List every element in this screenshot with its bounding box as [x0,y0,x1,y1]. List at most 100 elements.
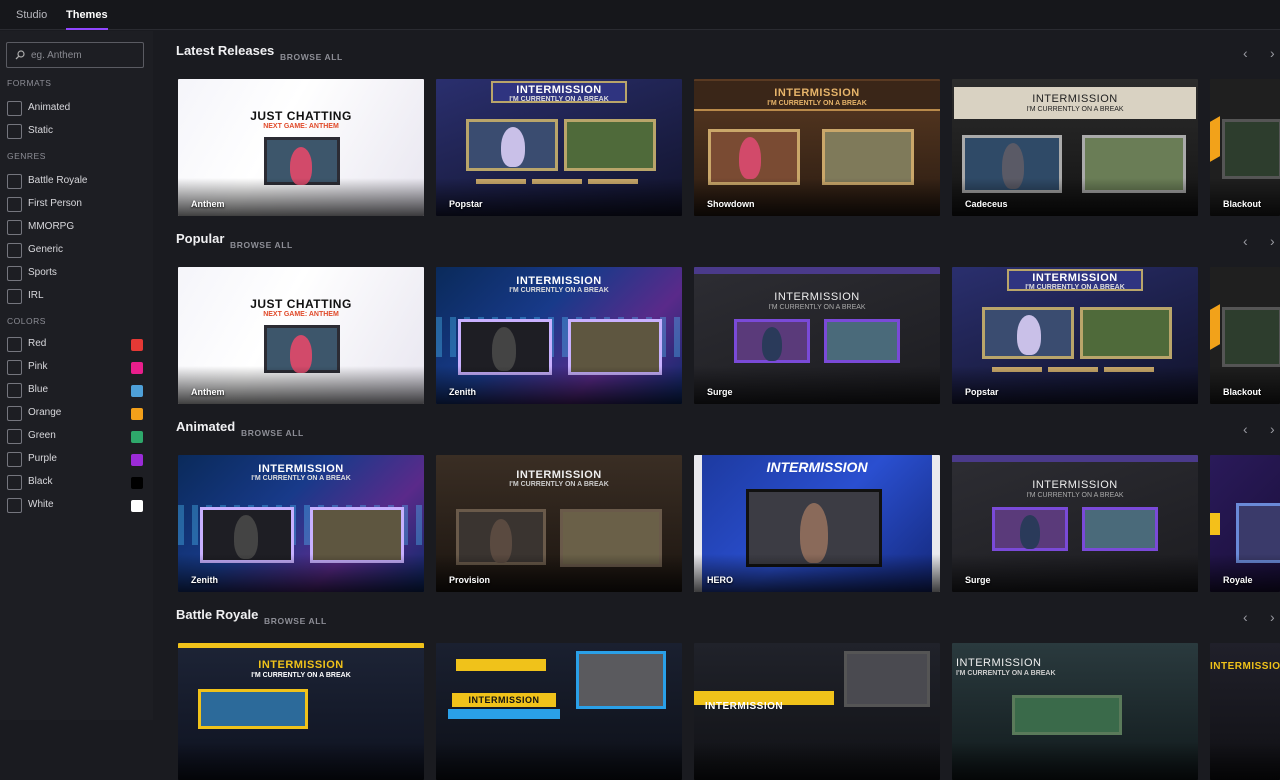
browse-all-link[interactable]: BROWSE ALL [264,616,327,626]
checkbox[interactable] [7,360,22,375]
card-shade [436,178,682,216]
card-shade [952,366,1198,404]
color-swatch [131,339,143,351]
filter-color-red[interactable]: Red [7,337,147,353]
theme-card[interactable]: INTERMISSION [694,643,940,780]
genres-heading: GENRES [7,151,46,161]
theme-card[interactable]: INTERMISSION I'M CURRENTLY ON A BREAK Pr… [436,455,682,592]
color-swatch [131,500,143,512]
checkbox[interactable] [7,124,22,139]
color-swatch [131,454,143,466]
thumb-subtitle: I'M CURRENTLY ON A BREAK [1026,492,1124,499]
filter-label: Pink [28,361,48,372]
color-swatch [131,362,143,374]
thumb-subtitle: I'M CURRENTLY ON A BREAK [509,481,609,488]
scroll-left-icon[interactable]: ‹ [1243,421,1248,437]
thumb-subtitle: I'M CURRENTLY ON A BREAK [1025,284,1125,291]
scroll-right-icon[interactable]: › [1270,609,1275,625]
theme-name: Zenith [449,387,476,397]
theme-name: Royale [1223,575,1253,585]
card-shade [436,554,682,592]
filter-color-black[interactable]: Black [7,475,147,491]
scroll-right-icon[interactable]: › [1270,233,1275,249]
card-shade [436,742,682,780]
theme-card[interactable]: INTERMISSION I'M CURRENTLY ON A BREAK Sh… [694,79,940,216]
theme-card[interactable]: INTERMISSION [1210,643,1280,780]
theme-card[interactable]: Blackout [1210,267,1280,404]
theme-card[interactable]: INTERMISSION HERO [694,455,940,592]
themes-main: Latest Releases BROWSE ALL ‹ › JUST CHATTIN… [153,31,1280,780]
checkbox[interactable] [7,266,22,281]
card-shade [694,178,940,216]
filter-generic[interactable]: Generic [7,243,147,259]
theme-card[interactable]: JUST CHATTING NEXT GAME: ANTHEM Anthem [178,267,424,404]
thumb-title: INTERMISSION [1210,661,1280,672]
theme-card[interactable]: INTERMISSION I'M CURRENTLY ON A BREAK [178,643,424,780]
filter-color-pink[interactable]: Pink [7,360,147,376]
theme-name: Surge [965,575,991,585]
filter-sports[interactable]: Sports [7,266,147,282]
checkbox[interactable] [7,429,22,444]
tab-themes[interactable]: Themes [66,0,108,30]
theme-card[interactable]: INTERMISSION I'M CURRENTLY ON A BREAK Ca… [952,79,1198,216]
filter-label: Animated [28,102,71,113]
scroll-left-icon[interactable]: ‹ [1243,609,1248,625]
scroll-right-icon[interactable]: › [1270,421,1275,437]
filter-animated[interactable]: Animated [7,101,147,117]
checkbox[interactable] [7,220,22,235]
theme-name: Popstar [965,387,999,397]
card-shade [178,742,424,780]
search-input[interactable] [31,46,139,64]
browse-all-link[interactable]: BROWSE ALL [280,52,343,62]
checkbox[interactable] [7,197,22,212]
thumb-subtitle: I'M CURRENTLY ON A BREAK [509,287,609,294]
filter-color-orange[interactable]: Orange [7,406,147,422]
color-swatch [131,408,143,420]
theme-card[interactable]: INTERMISSION I'M CURRENTLY ON A BREAK Po… [436,79,682,216]
theme-card[interactable]: INTERMISSION I'M CURRENTLY ON A BREAK Su… [952,455,1198,592]
checkbox[interactable] [7,452,22,467]
checkbox[interactable] [7,337,22,352]
checkbox[interactable] [7,383,22,398]
theme-card[interactable]: Blackout [1210,79,1280,216]
theme-card[interactable]: Royale [1210,455,1280,592]
filter-irl[interactable]: IRL [7,289,147,305]
checkbox[interactable] [7,475,22,490]
thumb-subtitle: I'M CURRENTLY ON A BREAK [509,96,609,103]
filter-color-green[interactable]: Green [7,429,147,445]
theme-card[interactable]: INTERMISSION I'M CURRENTLY ON A BREAK Su… [694,267,940,404]
scroll-right-icon[interactable]: › [1270,45,1275,61]
browse-all-link[interactable]: BROWSE ALL [230,240,293,250]
search-box[interactable] [6,42,144,68]
card-shade [1210,366,1280,404]
filter-color-purple[interactable]: Purple [7,452,147,468]
filter-first-person[interactable]: First Person [7,197,147,213]
checkbox[interactable] [7,101,22,116]
filter-battle-royale[interactable]: Battle Royale [7,174,147,190]
theme-card[interactable]: INTERMISSION I'M CURRENTLY ON A BREAK Po… [952,267,1198,404]
theme-card[interactable]: JUST CHATTING NEXT GAME: ANTHEM Anthem [178,79,424,216]
color-swatch [131,385,143,397]
thumb-title: INTERMISSION [516,84,602,96]
checkbox[interactable] [7,174,22,189]
filter-static[interactable]: Static [7,124,147,140]
filter-color-white[interactable]: White [7,498,147,514]
filter-color-blue[interactable]: Blue [7,383,147,399]
theme-card[interactable]: INTERMISSION I'M CURRENTLY ON A BREAK [952,643,1198,780]
scroll-left-icon[interactable]: ‹ [1243,233,1248,249]
thumb-subtitle: I'M CURRENTLY ON A BREAK [1026,106,1124,113]
theme-card[interactable]: INTERMISSION [436,643,682,780]
checkbox[interactable] [7,406,22,421]
theme-card[interactable]: INTERMISSION I'M CURRENTLY ON A BREAK Ze… [436,267,682,404]
tab-studio[interactable]: Studio [16,0,47,30]
checkbox[interactable] [7,243,22,258]
browse-all-link[interactable]: BROWSE ALL [241,428,304,438]
filter-mmorpg[interactable]: MMORPG [7,220,147,236]
filter-label: Static [28,125,54,136]
theme-card[interactable]: INTERMISSION I'M CURRENTLY ON A BREAK Ze… [178,455,424,592]
filter-label: First Person [28,198,82,209]
scroll-left-icon[interactable]: ‹ [1243,45,1248,61]
theme-name: Blackout [1223,387,1262,397]
checkbox[interactable] [7,289,22,304]
checkbox[interactable] [7,498,22,513]
